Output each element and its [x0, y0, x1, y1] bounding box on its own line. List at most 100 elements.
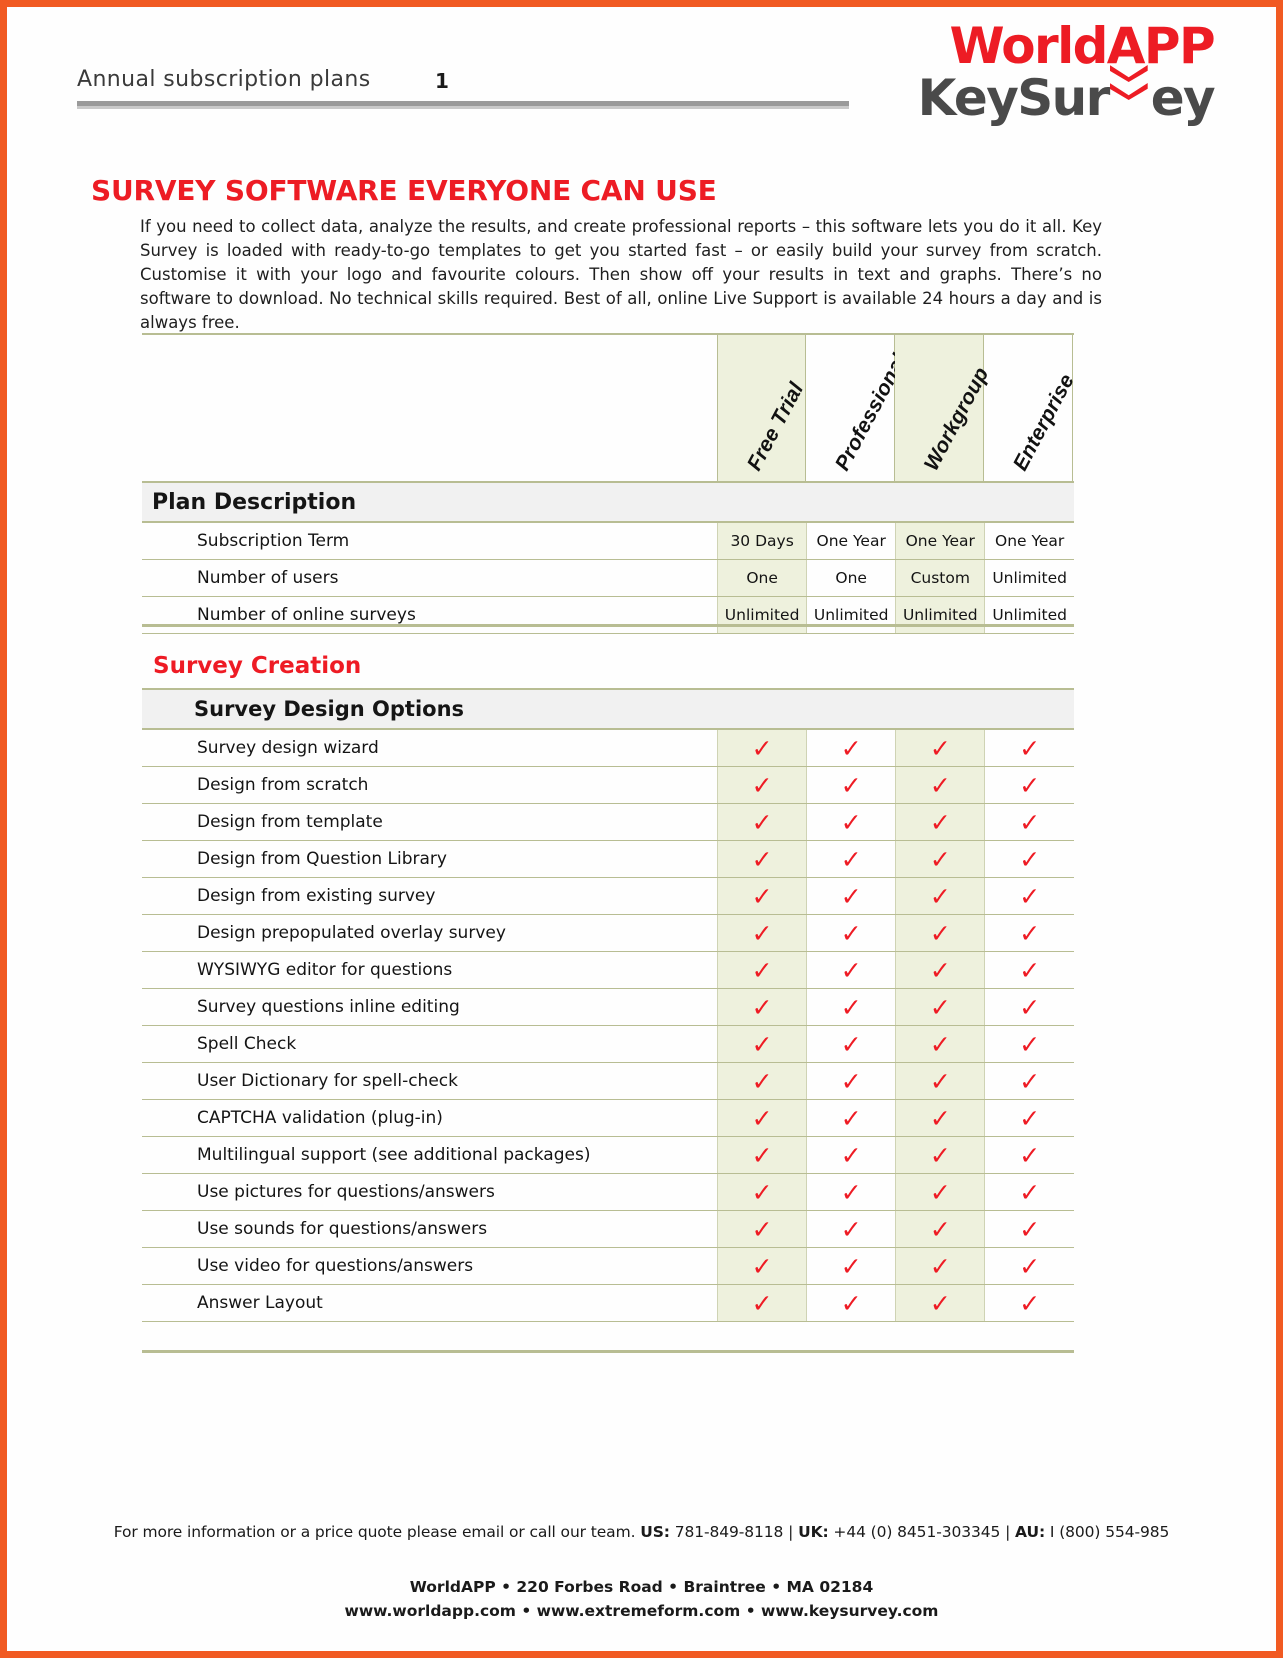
worldapp-keysurvey-logo: WorldAPP KeySurVey	[802, 17, 1216, 129]
cell-professional: ✓	[806, 1173, 896, 1211]
row-label: User Dictionary for spell-check	[142, 1062, 718, 1100]
footer-uk-phone: +44 (0) 8451-303345 |	[828, 1523, 1016, 1541]
logo-keysurvey-post: ey	[1150, 69, 1216, 127]
table-row: Design from template ✓ ✓ ✓ ✓	[142, 803, 1074, 841]
table-row: Survey questions inline editing ✓ ✓ ✓ ✓	[142, 988, 1074, 1026]
check-icon: ✓	[1019, 733, 1041, 763]
check-icon: ✓	[929, 992, 951, 1022]
check-icon: ✓	[840, 881, 862, 911]
cell-enterprise: ✓	[984, 988, 1074, 1026]
cell-workgroup: ✓	[895, 729, 985, 767]
page-headline: SURVEY SOFTWARE EVERYONE CAN USE	[91, 174, 717, 207]
survey-creation-table: Survey Design Options Survey design wiza…	[142, 688, 1074, 1322]
check-icon: ✓	[929, 955, 951, 985]
check-icon: ✓	[929, 770, 951, 800]
check-icon: ✓	[840, 770, 862, 800]
cell-free-trial: ✓	[717, 1284, 807, 1322]
intro-paragraph: If you need to collect data, analyze the…	[140, 215, 1102, 335]
table-row: Design prepopulated overlay survey ✓ ✓ ✓…	[142, 914, 1074, 952]
check-icon: ✓	[751, 1251, 773, 1281]
table-row: CAPTCHA validation (plug-in) ✓ ✓ ✓ ✓	[142, 1099, 1074, 1137]
cell-workgroup: ✓	[895, 1210, 985, 1248]
table-row: Subscription Term 30 Days One Year One Y…	[142, 522, 1074, 560]
row-label: Use video for questions/answers	[142, 1247, 718, 1285]
header-divider	[77, 101, 849, 109]
plan-header-professional: Professional	[806, 335, 911, 481]
check-icon: ✓	[840, 1140, 862, 1170]
cell-workgroup: ✓	[895, 951, 985, 989]
plan-header-label: Free Trial	[742, 378, 809, 475]
cell-free-trial: 30 Days	[717, 522, 807, 560]
cell-enterprise: ✓	[984, 1247, 1074, 1285]
subsection-title-survey-design-options: Survey Design Options	[142, 688, 1074, 730]
cell-workgroup: ✓	[895, 1025, 985, 1063]
row-label: Multilingual support (see additional pac…	[142, 1136, 718, 1174]
cell-professional: ✓	[806, 803, 896, 841]
cell-enterprise: ✓	[984, 1136, 1074, 1174]
cell-workgroup: ✓	[895, 1099, 985, 1137]
check-icon: ✓	[1019, 1103, 1041, 1133]
cell-enterprise: One Year	[984, 522, 1074, 560]
cell-enterprise: ✓	[984, 1284, 1074, 1322]
table-row: Spell Check ✓ ✓ ✓ ✓	[142, 1025, 1074, 1063]
check-icon: ✓	[840, 1251, 862, 1281]
table-row: Use video for questions/answers ✓ ✓ ✓ ✓	[142, 1247, 1074, 1285]
row-label: Design from scratch	[142, 766, 718, 804]
check-icon: ✓	[1019, 918, 1041, 948]
check-icon: ✓	[751, 992, 773, 1022]
cell-free-trial: Unlimited	[717, 596, 807, 634]
footer-contact-line: For more information or a price quote pl…	[7, 1523, 1276, 1541]
row-label: WYSIWYG editor for questions	[142, 951, 718, 989]
cell-free-trial: ✓	[717, 840, 807, 878]
check-icon: ✓	[1019, 1177, 1041, 1207]
cell-enterprise: ✓	[984, 803, 1074, 841]
check-icon: ✓	[751, 844, 773, 874]
cell-workgroup: One Year	[895, 522, 985, 560]
cell-enterprise: ✓	[984, 914, 1074, 952]
cell-enterprise: ✓	[984, 1062, 1074, 1100]
page-canvas: Annual subscription plans 1 WorldAPP Key…	[7, 7, 1276, 1651]
logo-keysurvey-text: KeySurVey	[918, 65, 1216, 123]
table-row: Use pictures for questions/answers ✓ ✓ ✓…	[142, 1173, 1074, 1211]
check-icon: ✓	[929, 1214, 951, 1244]
check-icon: ✓	[751, 1177, 773, 1207]
row-label: Number of online surveys	[142, 596, 718, 634]
check-icon: ✓	[929, 733, 951, 763]
check-icon: ✓	[840, 1103, 862, 1133]
check-icon: ✓	[1019, 992, 1041, 1022]
footer-links[interactable]: www.worldapp.com • www.extremeform.com •…	[7, 1599, 1276, 1623]
footer-au-phone: I (800) 554-985	[1045, 1523, 1170, 1541]
cell-enterprise: ✓	[984, 1210, 1074, 1248]
row-label: Survey design wizard	[142, 729, 718, 767]
table-row: Design from existing survey ✓ ✓ ✓ ✓	[142, 877, 1074, 915]
check-icon: ✓	[929, 1066, 951, 1096]
document-page: Annual subscription plans 1 WorldAPP Key…	[0, 0, 1283, 1658]
check-icon: ✓	[1019, 1140, 1041, 1170]
cell-free-trial: ✓	[717, 1062, 807, 1100]
footer-us-label: US:	[640, 1523, 670, 1541]
check-icon: ✓	[929, 1140, 951, 1170]
cell-professional: ✓	[806, 840, 896, 878]
cell-enterprise: Unlimited	[984, 596, 1074, 634]
table-row: Number of users One One Custom Unlimited	[142, 559, 1074, 597]
footer-au-label: AU:	[1015, 1523, 1046, 1541]
check-icon: ✓	[840, 1288, 862, 1318]
cell-workgroup: ✓	[895, 840, 985, 878]
cell-free-trial: ✓	[717, 1247, 807, 1285]
cell-enterprise: ✓	[984, 877, 1074, 915]
cell-workgroup: ✓	[895, 1062, 985, 1100]
row-label: Survey questions inline editing	[142, 988, 718, 1026]
table-row: WYSIWYG editor for questions ✓ ✓ ✓ ✓	[142, 951, 1074, 989]
check-icon: ✓	[751, 1103, 773, 1133]
cell-free-trial: ✓	[717, 988, 807, 1026]
table-row: Answer Layout ✓ ✓ ✓ ✓	[142, 1284, 1074, 1322]
check-icon: ✓	[840, 844, 862, 874]
cell-free-trial: ✓	[717, 1210, 807, 1248]
check-icon: ✓	[840, 992, 862, 1022]
section-header-row: Plan Description	[142, 481, 1074, 523]
logo-worldapp-text: WorldAPP	[949, 17, 1216, 75]
section-title-survey-creation: Survey Creation	[153, 653, 362, 679]
footer-uk-label: UK:	[798, 1523, 829, 1541]
footer-us-phone: 781-849-8118 |	[669, 1523, 799, 1541]
check-icon: ✓	[929, 807, 951, 837]
